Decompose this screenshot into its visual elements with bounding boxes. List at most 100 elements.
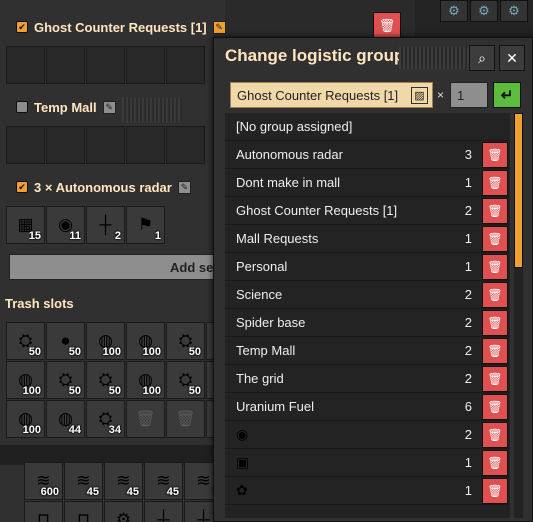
delete-group-button[interactable]: 🗑 [482, 225, 508, 252]
pipe-icon[interactable]: ⊓103 [24, 501, 63, 522]
delete-group-button[interactable]: 🗑 [482, 477, 508, 504]
delete-group-button[interactable]: 🗑 [482, 421, 508, 448]
scrollbar[interactable] [514, 113, 523, 518]
group-enabled-checkbox[interactable]: ✔ [16, 21, 28, 33]
empty-slot[interactable] [6, 46, 45, 84]
image-icon[interactable]: ▨ [411, 87, 428, 104]
shortcut-icon[interactable]: ⚙ [440, 0, 468, 22]
pipe-icon[interactable]: ⊓50 [64, 501, 103, 522]
delete-group-button[interactable]: 🗑 [482, 197, 508, 224]
logistic-group-header: Temp Mall ✎ [6, 88, 226, 126]
list-item[interactable]: Mall Requests 1 🗑 [225, 225, 510, 253]
coal-icon[interactable]: ● 50 [46, 322, 85, 360]
ore-icon[interactable]: ⛭ 50 [46, 361, 85, 399]
copper-ore-icon[interactable]: ◍ 44 [46, 400, 85, 438]
list-item[interactable]: Spider base 2 🗑 [225, 309, 510, 337]
group-name: [No group assigned] [236, 119, 353, 134]
request-slots [6, 46, 205, 86]
edit-group-button[interactable]: ✎ [102, 100, 116, 114]
list-item[interactable]: Temp Mall 2 🗑 [225, 337, 510, 365]
group-label: Temp Mall [34, 99, 97, 115]
roboport-icon: ▣ [236, 454, 250, 470]
inventory-grid: ≋600 ≋45 ≋45 ≋45 ≋5 ⊓103 ⊓50 ⚙21 ┼29 ┼6 [24, 462, 223, 522]
copper-ore-icon[interactable]: ◍ 100 [126, 322, 165, 360]
copper-ore-icon[interactable]: ◍ 100 [6, 361, 45, 399]
belt-icon[interactable]: ≋ 45 [104, 462, 143, 500]
group-count: 2 [464, 427, 472, 442]
medium-pole-icon[interactable]: ┼ 2 [86, 206, 125, 244]
empty-slot[interactable] [126, 46, 165, 84]
solar-panel-icon[interactable]: ▦ 15 [6, 206, 45, 244]
copper-ore-icon[interactable]: ◍ 100 [86, 322, 125, 360]
group-name-input[interactable]: Ghost Counter Requests [1] ▨ [230, 82, 433, 108]
radar-dish-icon[interactable]: ⚑ 1 [126, 206, 165, 244]
empty-slot[interactable] [6, 126, 45, 164]
confirm-button[interactable]: ↵ [493, 82, 521, 108]
belt-icon[interactable]: ≋ 600 [24, 462, 63, 500]
ore-icon[interactable]: ⛭ 50 [166, 322, 205, 360]
list-item[interactable]: The grid 2 🗑 [225, 365, 510, 393]
belt-icon[interactable]: ≋ 45 [144, 462, 183, 500]
list-item[interactable]: [No group assigned] [225, 113, 510, 141]
trash-can-icon[interactable]: 🗑 [166, 400, 205, 438]
delete-group-button[interactable]: 🗑 [482, 449, 508, 476]
empty-slot[interactable] [166, 46, 205, 84]
list-item[interactable]: Dont make in mall 1 🗑 [225, 169, 510, 197]
trash-can-icon[interactable]: 🗑 [126, 400, 165, 438]
empty-slot[interactable] [46, 126, 85, 164]
group-name: Autonomous radar [236, 147, 343, 162]
list-item[interactable]: Ghost Counter Requests [1] 2 🗑 [225, 197, 510, 225]
add-section-button[interactable]: Add se [9, 254, 229, 280]
ore-icon[interactable]: ⛭ 50 [6, 322, 45, 360]
list-item[interactable]: ◉ 2 🗑 [225, 421, 510, 449]
belt-icon[interactable]: ≋ 45 [64, 462, 103, 500]
group-label: 3 × Autonomous radar [34, 179, 172, 195]
drag-handle[interactable] [399, 47, 473, 69]
group-count: 6 [464, 399, 472, 414]
group-label: Ghost Counter Requests [1] [34, 19, 207, 35]
request-slots [6, 126, 205, 166]
ore-icon[interactable]: ⛭ 50 [166, 361, 205, 399]
delete-group-button[interactable]: 🗑 [482, 393, 508, 420]
empty-slot[interactable] [126, 126, 165, 164]
scrollbar-thumb[interactable] [514, 113, 523, 268]
radar-icon[interactable]: ◉ 11 [46, 206, 85, 244]
delete-group-button[interactable]: 🗑 [482, 337, 508, 364]
pole-icon[interactable]: ┼29 [144, 501, 183, 522]
gear-icon[interactable]: ⚙21 [104, 501, 143, 522]
edit-group-button[interactable]: ✎ [212, 20, 226, 34]
shortcut-icon[interactable]: ⚙ [470, 0, 498, 22]
copper-ore-icon[interactable]: ◍ 100 [6, 400, 45, 438]
empty-slot[interactable] [166, 126, 205, 164]
empty-slot[interactable] [46, 46, 85, 84]
multiplier-input[interactable]: 1 [450, 82, 488, 108]
close-icon[interactable]: ✕ [499, 45, 525, 71]
group-count: 2 [464, 203, 472, 218]
group-name: Science [236, 287, 283, 302]
delete-group-button[interactable]: 🗑 [482, 253, 508, 280]
copper-ore-icon[interactable]: ◍ 100 [126, 361, 165, 399]
delete-group-button[interactable]: 🗑 [482, 141, 508, 168]
list-item[interactable]: ✿ 1 🗑 [225, 477, 510, 505]
drag-handle[interactable] [121, 97, 182, 123]
trash-slots-grid: ⛭ 50 ● 50 ◍ 100 ◍ 100 ⛭ 50 ◍ 100 ⛭ 50 ⛭ 50 ◍ 100 … [6, 322, 245, 438]
list-item[interactable]: Science 2 🗑 [225, 281, 510, 309]
delete-group-button[interactable]: 🗑 [482, 169, 508, 196]
delete-group-button[interactable]: 🗑 [482, 309, 508, 336]
delete-section-button[interactable]: 🗑 [373, 12, 401, 40]
group-enabled-checkbox[interactable]: ✔ [16, 181, 28, 193]
list-item[interactable]: Personal 1 🗑 [225, 253, 510, 281]
empty-slot[interactable] [86, 126, 125, 164]
delete-group-button[interactable]: 🗑 [482, 365, 508, 392]
list-item[interactable]: Uranium Fuel 6 🗑 [225, 393, 510, 421]
edit-group-button[interactable]: ✎ [177, 180, 191, 194]
empty-slot[interactable] [86, 46, 125, 84]
search-icon[interactable]: ⌕ [469, 45, 495, 71]
ore-icon[interactable]: ⛭ 50 [86, 361, 125, 399]
group-enabled-checkbox[interactable] [16, 101, 28, 113]
list-item[interactable]: Autonomous radar 3 🗑 [225, 141, 510, 169]
list-item[interactable]: ▣ 1 🗑 [225, 449, 510, 477]
shortcut-icon[interactable]: ⚙ [500, 0, 528, 22]
ore-icon[interactable]: ⛭ 34 [86, 400, 125, 438]
delete-group-button[interactable]: 🗑 [482, 281, 508, 308]
